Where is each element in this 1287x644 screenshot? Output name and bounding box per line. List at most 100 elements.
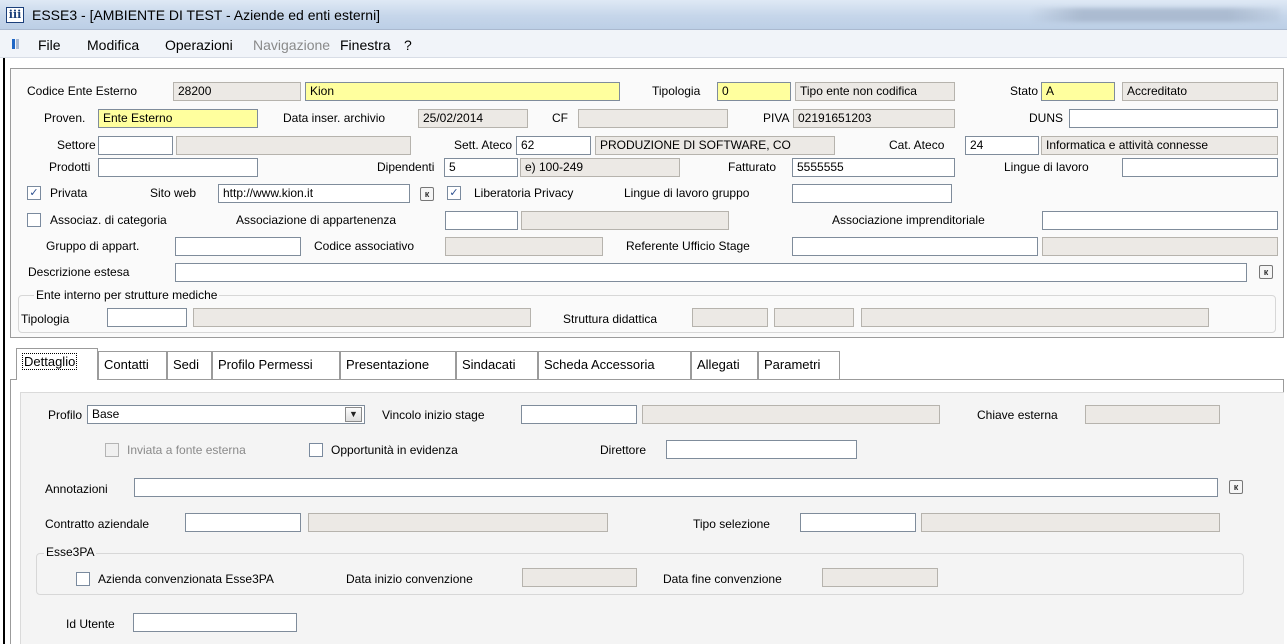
assoc-app-field[interactable] (445, 211, 518, 230)
referente-desc (1042, 237, 1278, 256)
sito-field[interactable]: http://www.kion.it (218, 184, 410, 203)
descrizione-label: Descrizione estesa (28, 265, 130, 279)
referente-field[interactable] (792, 237, 1038, 256)
tab-sindacati[interactable]: Sindacati (456, 351, 538, 379)
lingue-gruppo-label: Lingue di lavoro gruppo (624, 186, 750, 200)
tipologia-label: Tipologia (652, 84, 701, 98)
window-title: ESSE3 - [AMBIENTE DI TEST - Aziende ed e… (32, 7, 381, 23)
annotazioni-field[interactable] (134, 478, 1218, 497)
settore-field[interactable] (98, 136, 173, 155)
associaz-label: Associaz. di categoria (50, 213, 167, 227)
convenzionata-checkbox[interactable] (76, 572, 90, 586)
settore-label: Settore (57, 138, 96, 152)
tipo-sel-label: Tipo selezione (693, 517, 770, 531)
inviata-label: Inviata a fonte esterna (127, 443, 246, 457)
chiave-label: Chiave esterna (977, 408, 1058, 422)
tab-sedi[interactable]: Sedi (167, 351, 212, 379)
associaz-checkbox[interactable] (27, 213, 41, 227)
ente-tipologia-label: Tipologia (21, 312, 70, 326)
sett-ateco-desc: PRODUZIONE DI SOFTWARE, CO (595, 136, 835, 155)
assoc-app-desc (521, 211, 729, 230)
nome-field[interactable]: Kion (305, 82, 620, 101)
duns-field[interactable] (1069, 109, 1278, 128)
tipologia-desc: Tipo ente non codifica (795, 82, 955, 101)
descrizione-open-icon[interactable]: к (1259, 265, 1273, 279)
tab-dettaglio[interactable]: Dettaglio (16, 348, 98, 380)
profilo-label: Profilo (48, 408, 83, 422)
prodotti-field[interactable] (98, 158, 258, 177)
direttore-label: Direttore (600, 443, 647, 457)
descrizione-field[interactable] (175, 263, 1247, 282)
struttura-label: Struttura didattica (563, 312, 658, 326)
privata-checkbox[interactable]: ✓ (27, 186, 41, 200)
menu-help[interactable]: ? (404, 37, 412, 53)
fatturato-field[interactable]: 5555555 (792, 158, 955, 177)
lingue-field[interactable] (1122, 158, 1278, 177)
vincolo-desc (642, 405, 940, 424)
contratto-field[interactable] (185, 513, 301, 532)
contratto-desc (308, 513, 608, 532)
lingue-gruppo-field[interactable] (792, 184, 952, 203)
chevron-down-icon[interactable]: ▼ (345, 407, 362, 422)
tab-profilo-permessi-label: Profilo Permessi (218, 357, 313, 372)
piva-field[interactable]: 02191651203 (793, 109, 955, 128)
liberatoria-checkbox[interactable]: ✓ (447, 186, 461, 200)
chiave-field[interactable] (1085, 405, 1220, 424)
tab-dettaglio-label: Dettaglio (22, 353, 78, 370)
data-inizio-label: Data inizio convenzione (346, 572, 473, 586)
fatturato-label: Fatturato (728, 160, 777, 174)
annotazioni-open-icon[interactable]: к (1229, 480, 1243, 494)
struttura-field-1[interactable] (692, 308, 768, 327)
tab-contatti[interactable]: Contatti (98, 351, 167, 379)
cod-assoc-field[interactable] (445, 237, 603, 256)
menu-operazioni[interactable]: Operazioni (165, 37, 233, 53)
ente-tipologia-field[interactable] (107, 308, 187, 327)
tab-presentazione[interactable]: Presentazione (340, 351, 456, 379)
stato-field[interactable]: A (1041, 82, 1115, 101)
tab-parametri[interactable]: Parametri (758, 351, 840, 379)
title-blur-area (1030, 8, 1280, 22)
data-inser-label: Data inser. archivio (283, 111, 386, 125)
inviata-checkbox[interactable] (105, 443, 119, 457)
dipendenti-desc: e) 100-249 (520, 158, 680, 177)
tab-scheda-accessoria[interactable]: Scheda Accessoria (538, 351, 691, 379)
proven-label: Proven. (44, 111, 86, 125)
tipo-sel-field[interactable] (800, 513, 916, 532)
data-fine-field[interactable] (822, 568, 938, 587)
sito-label: Sito web (150, 186, 197, 200)
opportunita-checkbox[interactable] (309, 443, 323, 457)
sett-ateco-label: Sett. Ateco (454, 138, 513, 152)
lingue-label: Lingue di lavoro (1004, 160, 1089, 174)
tab-contatti-label: Contatti (104, 357, 149, 372)
vincolo-field[interactable] (521, 405, 637, 424)
menu-navigazione[interactable]: Navigazione (253, 37, 330, 53)
cat-ateco-label: Cat. Ateco (889, 138, 945, 152)
tab-profilo-permessi[interactable]: Profilo Permessi (212, 351, 340, 379)
dipendenti-field[interactable]: 5 (444, 158, 518, 177)
tipologia-field[interactable]: 0 (717, 82, 791, 101)
cat-ateco-field[interactable]: 24 (965, 136, 1039, 155)
codice-field[interactable]: 28200 (173, 82, 301, 101)
menu-file[interactable]: File (38, 37, 61, 53)
gruppo-field[interactable] (175, 237, 301, 256)
proven-field[interactable]: Ente Esterno (98, 109, 258, 128)
menu-modifica[interactable]: Modifica (87, 37, 139, 53)
menu-finestra[interactable]: Finestra (340, 37, 391, 53)
assoc-impr-field[interactable] (1042, 211, 1278, 230)
cf-field[interactable] (578, 109, 728, 128)
vincolo-label: Vincolo inizio stage (382, 408, 485, 422)
convenzionata-label: Azienda convenzionata Esse3PA (98, 572, 274, 586)
sett-ateco-field[interactable]: 62 (516, 136, 591, 155)
direttore-field[interactable] (666, 440, 857, 459)
tab-allegati[interactable]: Allegati (691, 351, 758, 379)
menu-grip-icon (12, 38, 24, 49)
tab-presentazione-label: Presentazione (346, 357, 430, 372)
tab-allegati-label: Allegati (697, 357, 740, 372)
id-utente-field[interactable] (133, 613, 297, 632)
sito-open-icon[interactable]: к (420, 187, 434, 201)
liberatoria-label: Liberatoria Privacy (474, 186, 574, 200)
gruppo-label: Gruppo di appart. (46, 239, 140, 253)
profilo-select[interactable]: Base (87, 405, 365, 424)
data-inizio-field[interactable] (522, 568, 637, 587)
tab-parametri-label: Parametri (764, 357, 821, 372)
